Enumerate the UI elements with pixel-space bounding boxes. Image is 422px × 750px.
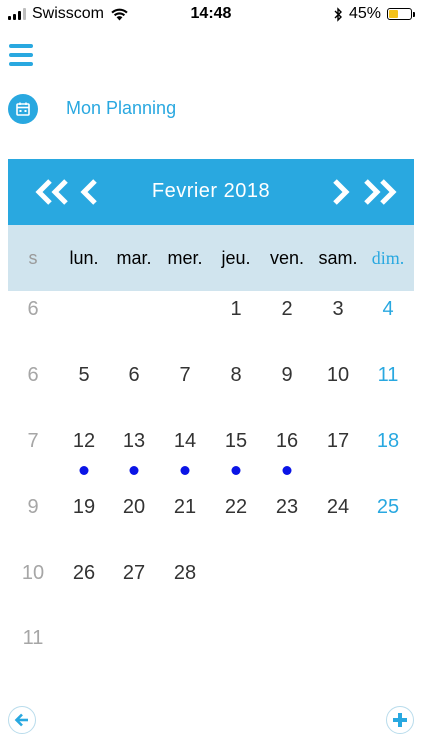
week-number: 9 [27,496,39,518]
calendar-day[interactable]: 6 [128,364,139,387]
month-navigation-bar: Fevrier 2018 [8,159,414,225]
week-number: 11 [22,627,44,649]
calendar-day[interactable]: 3 [332,298,343,321]
weekday-header-day: dim. [371,248,405,268]
weekday-header-day: ven. [269,248,305,268]
calendar-day[interactable]: 2 [281,298,292,321]
calendar-day[interactable]: 18 [377,430,399,453]
event-dot [282,466,292,475]
calendar-day[interactable]: 5 [78,364,89,387]
app-screen: Swisscom 14:48 45% Mon Planning Fevrier … [0,0,422,750]
calendar-day[interactable]: 25 [377,496,399,519]
double-chevron-right-icon [364,179,397,205]
calendar-day[interactable]: 10 [327,364,349,387]
calendar-day[interactable]: 9 [281,364,292,387]
previous-month-button[interactable] [78,176,100,208]
event-dot [79,466,89,475]
last-month-button[interactable] [360,176,398,208]
status-left: Swisscom [8,5,128,23]
weekday-header: s lun. mar. mer. jeu. ven. sam. dim. [8,225,414,291]
calendar-day[interactable]: 16 [276,430,298,453]
calendar-day[interactable]: 23 [276,496,298,519]
calendar-day[interactable]: 7 [179,364,190,387]
calendar-day[interactable]: 13 [123,430,145,453]
weekday-header-day: sam. [318,248,358,268]
event-dot [180,466,190,475]
wifi-icon [111,8,128,20]
calendar-day[interactable]: 21 [174,496,196,519]
calendar-day[interactable]: 26 [73,562,95,585]
hamburger-menu-icon[interactable] [9,42,33,68]
calendar-day[interactable]: 11 [378,364,399,387]
week-number: 6 [27,298,39,320]
battery-icon [387,8,415,20]
chevron-left-icon [80,179,97,205]
weekday-header-day: mer. [167,248,203,268]
calendar-day[interactable]: 1 [230,298,241,321]
weekday-header-day: jeu. [221,248,251,268]
calendar-day[interactable]: 28 [174,562,196,585]
calendar-day[interactable]: 8 [230,364,241,387]
add-button[interactable] [386,706,414,734]
bluetooth-icon [334,6,342,22]
weekday-header-day: mar. [116,248,152,268]
event-dot [129,466,139,475]
calendar-day[interactable]: 19 [73,496,95,519]
calendar-day[interactable]: 14 [174,430,196,453]
calendar-day[interactable]: 24 [327,496,349,519]
weekday-header-day: lun. [69,248,99,268]
battery-level [389,10,399,18]
back-button[interactable] [8,706,36,734]
weekday-header-week: s [28,248,38,268]
first-month-button[interactable] [34,176,72,208]
battery-percent: 45% [348,5,381,22]
calendar-day[interactable]: 17 [327,430,349,453]
event-dot [231,466,241,475]
plus-icon [393,713,407,727]
calendar-day[interactable]: 22 [225,496,247,519]
calendar-day[interactable]: 27 [123,562,145,585]
next-month-button[interactable] [330,176,352,208]
week-number: 7 [27,430,39,452]
signal-strength-icon [8,8,26,20]
calendar-day[interactable]: 20 [123,496,145,519]
chevron-right-icon [333,179,350,205]
week-number: 10 [21,562,45,584]
calendar-day[interactable]: 4 [382,298,393,321]
calendar-icon [8,94,38,124]
page-title: Mon Planning [66,98,177,118]
calendar-day[interactable]: 15 [225,430,247,453]
status-right: 45% [334,5,415,23]
calendar-day[interactable]: 12 [73,430,95,453]
status-bar: Swisscom 14:48 45% [0,0,422,30]
double-chevron-left-icon [35,179,68,205]
carrier-name: Swisscom [32,5,105,22]
arrow-left-icon [14,713,28,727]
week-number: 6 [27,364,39,386]
